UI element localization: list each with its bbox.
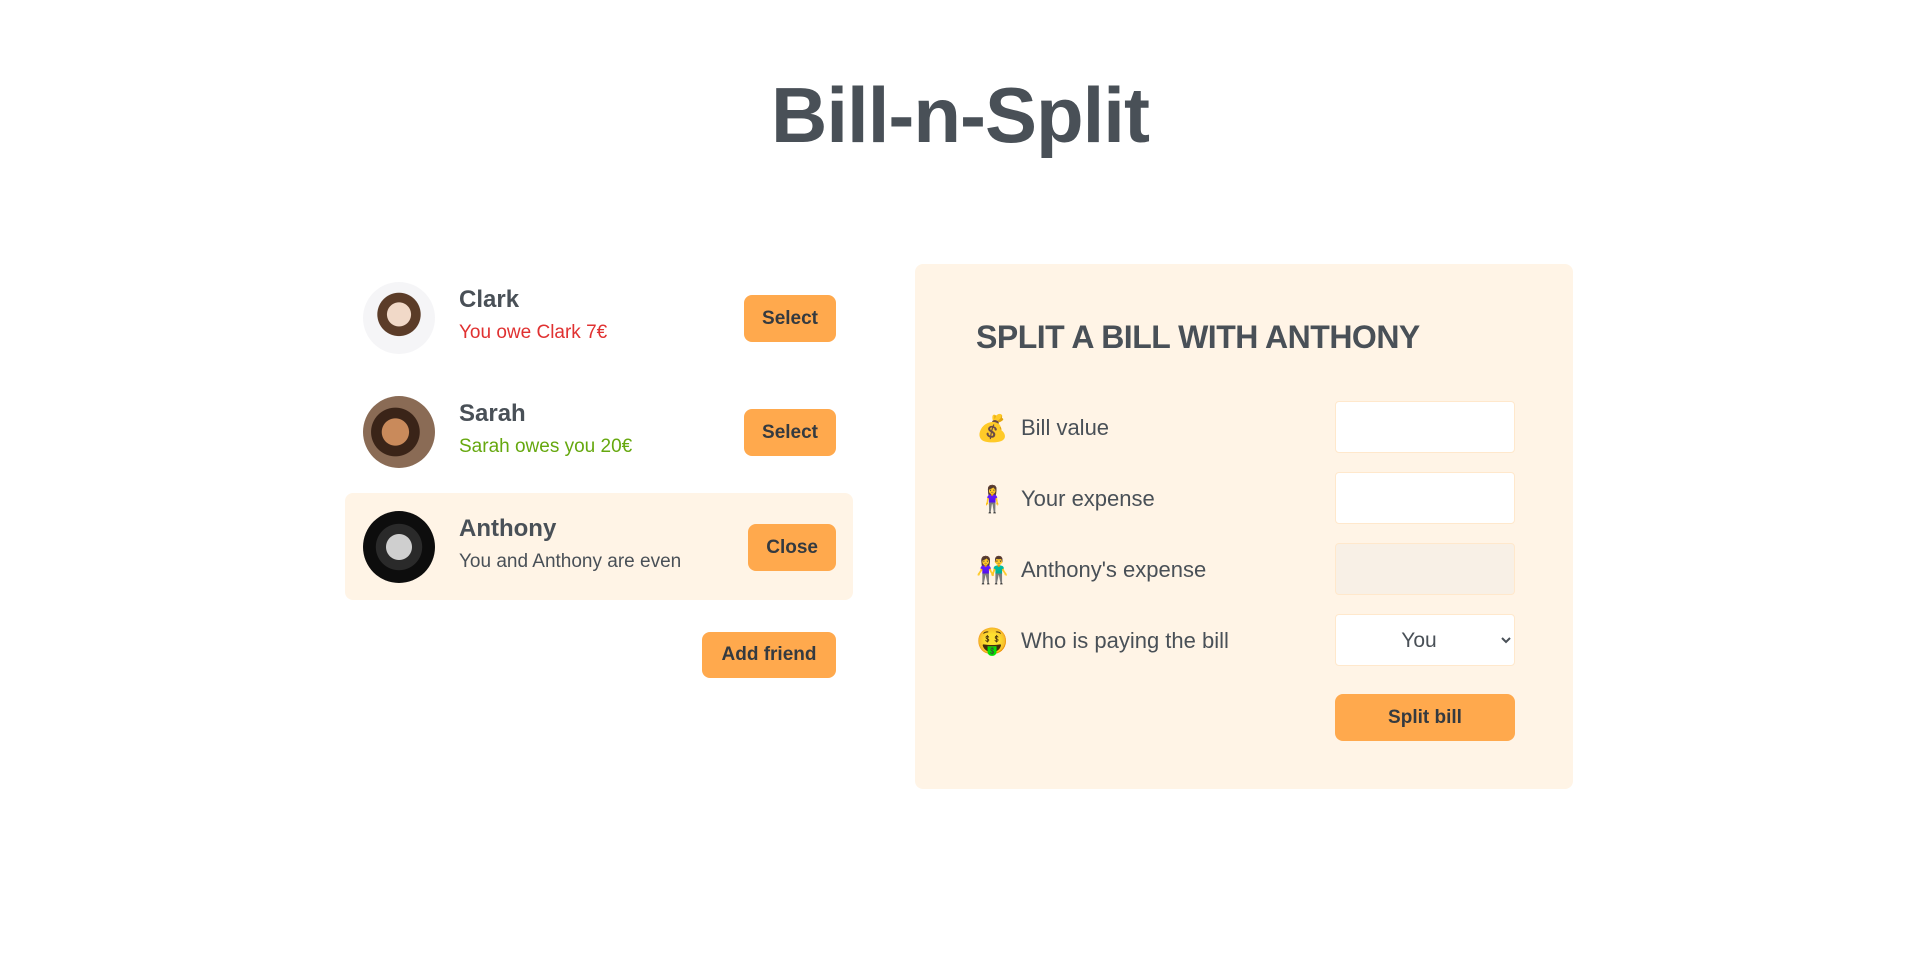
friend-item-sarah: Sarah Sarah owes you 20€ Select	[345, 378, 853, 485]
your-expense-row: 🧍‍♀️ Your expense	[976, 472, 1516, 524]
add-friend-button[interactable]: Add friend	[702, 632, 836, 678]
page-title: Bill-n-Split	[771, 71, 1150, 159]
form-heading: Split a bill with Anthony	[976, 319, 1420, 355]
money-bag-icon: 💰	[976, 413, 1009, 443]
bill-value-input[interactable]	[1335, 401, 1515, 453]
friend-item-clark: Clark You owe Clark 7€ Select	[345, 264, 853, 371]
bill-value-row: 💰 Bill value	[976, 401, 1516, 453]
couple-icon: 👫	[976, 555, 1009, 585]
friend-balance: You owe Clark 7€	[459, 322, 608, 343]
payer-row: 🤑 Who is paying the bill You	[976, 614, 1516, 666]
your-expense-input[interactable]	[1335, 472, 1515, 524]
friend-expense-label: Anthony's expense	[1021, 557, 1207, 582]
friend-balance: You and Anthony are even	[459, 551, 682, 572]
friend-name: Anthony	[459, 515, 557, 542]
bill-value-label: Bill value	[1021, 415, 1110, 440]
close-button[interactable]: Close	[748, 524, 836, 571]
payer-label: Who is paying the bill	[1021, 628, 1229, 653]
friend-balance: Sarah owes you 20€	[459, 436, 633, 457]
your-expense-label: Your expense	[1021, 486, 1155, 511]
friend-name: Sarah	[459, 400, 526, 427]
money-mouth-face-icon: 🤑	[976, 626, 1009, 656]
select-button[interactable]: Select	[744, 295, 836, 342]
friend-expense-input	[1335, 543, 1515, 595]
split-bill-button[interactable]: Split bill	[1335, 694, 1515, 741]
split-bill-form: Split a bill with Anthony 💰 Bill value 🧍…	[915, 264, 1573, 789]
friend-name: Clark	[459, 286, 520, 313]
select-button[interactable]: Select	[744, 409, 836, 456]
payer-select[interactable]: You	[1335, 614, 1515, 666]
friend-expense-row: 👫 Anthony's expense	[976, 543, 1516, 595]
person-standing-icon: 🧍‍♀️	[976, 484, 1009, 514]
friend-item-anthony: Anthony You and Anthony are even Close	[345, 493, 853, 600]
avatar	[363, 511, 435, 583]
avatar	[363, 282, 435, 354]
avatar	[363, 396, 435, 468]
